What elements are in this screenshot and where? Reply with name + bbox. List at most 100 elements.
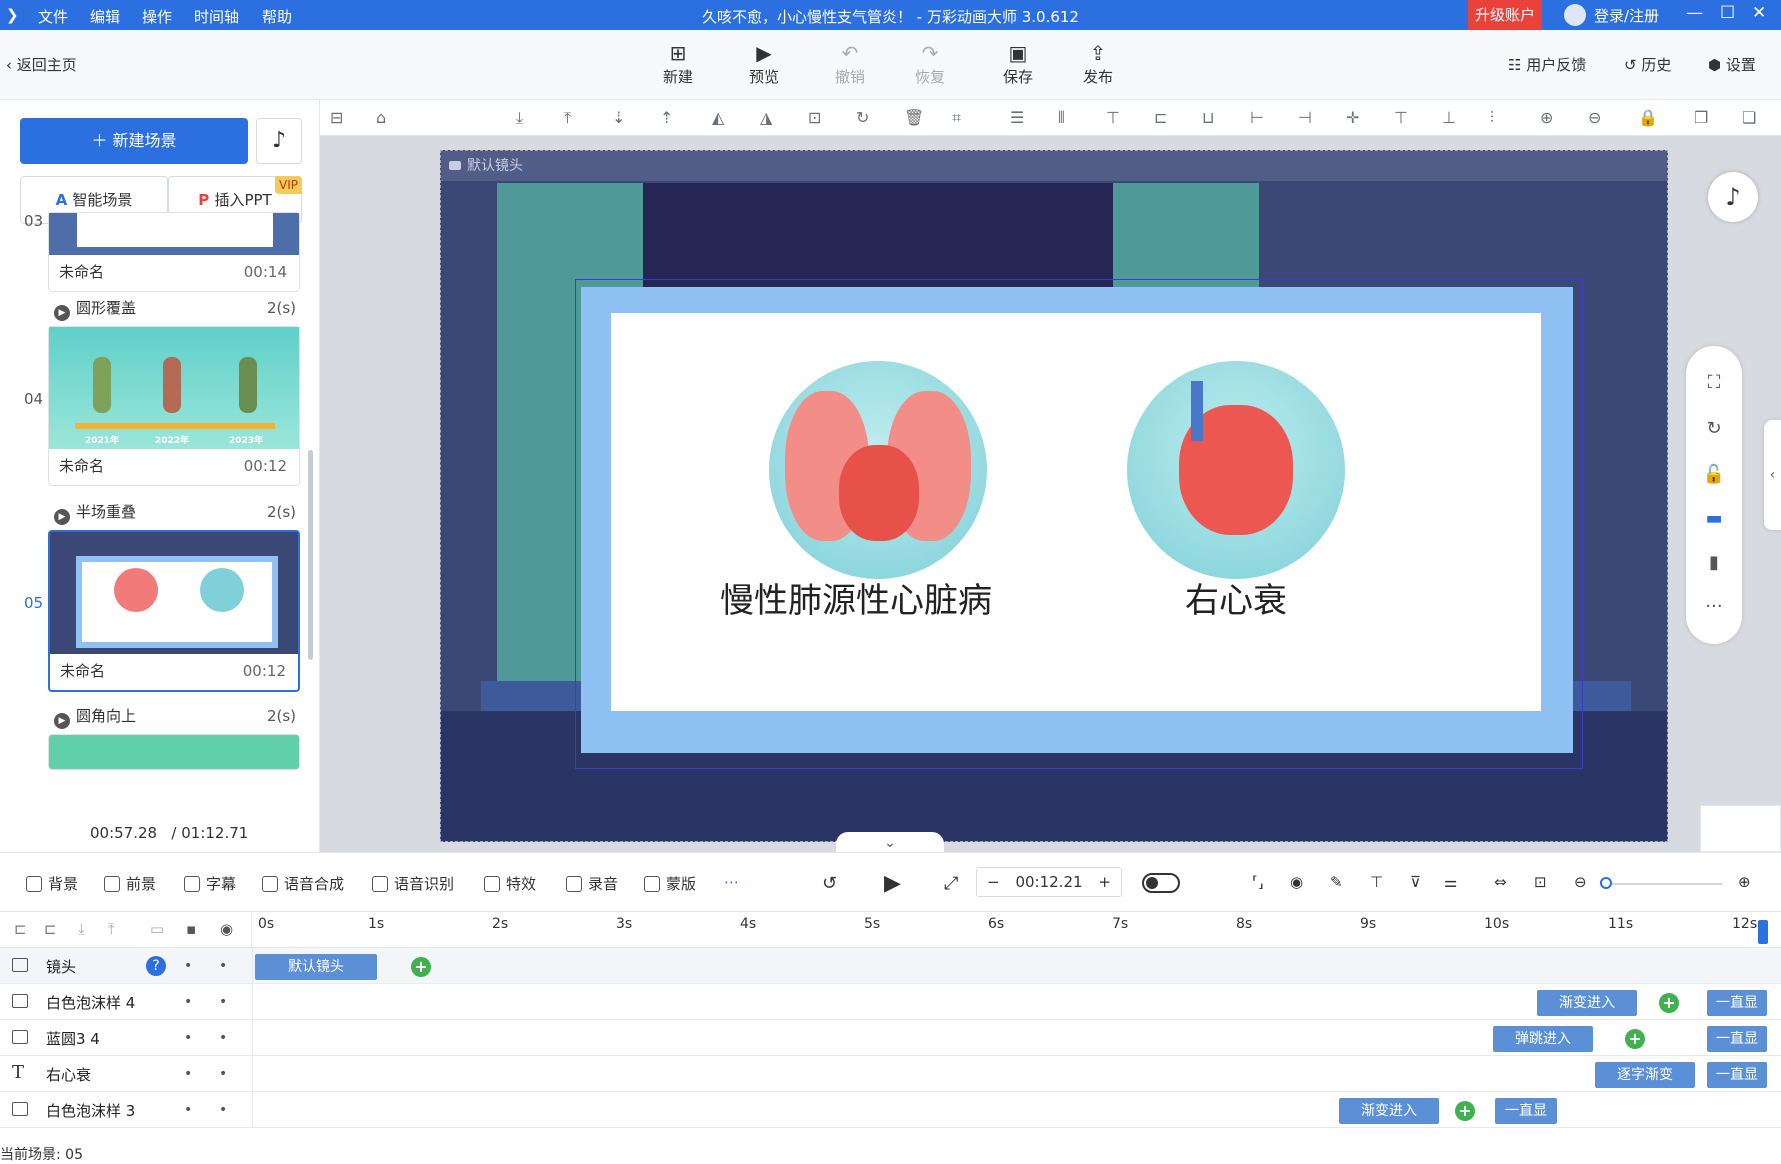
screen-icon[interactable]: ▬ (1686, 508, 1742, 529)
always-show-block[interactable]: 一直显 (1707, 1026, 1767, 1052)
move-up-icon[interactable]: ⇡ (660, 108, 673, 127)
time-plus[interactable]: + (1098, 868, 1111, 896)
flip-h-icon[interactable]: ◭ (712, 108, 724, 127)
ratio-icon[interactable]: ⊡ (1534, 873, 1547, 891)
chevron-down-icon[interactable]: ⌄ (836, 832, 944, 854)
tts-button[interactable]: 语音合成 (262, 873, 344, 894)
left-caption[interactable]: 慢性肺源性心脏病 (711, 573, 1001, 622)
preview-button[interactable]: ▶ 预览 (736, 42, 792, 87)
transition-item[interactable]: ▶ 圆角向上 2(s) (54, 704, 296, 729)
crop-icon[interactable]: ⌗ (952, 108, 961, 128)
distribute-h-icon[interactable]: ⊔ (1202, 108, 1214, 127)
edit-icon[interactable]: ✎ (1330, 873, 1343, 891)
effects-button[interactable]: 特效 (484, 873, 536, 894)
eye-icon[interactable]: ◉ (220, 920, 233, 938)
time-stepper[interactable]: −00:12.21 + (976, 867, 1122, 897)
help-icon[interactable]: ? (146, 956, 166, 976)
add-action-icon[interactable]: + (411, 957, 431, 977)
transition-item[interactable]: ▶ 半场重叠 2(s) (54, 500, 296, 525)
track-lane[interactable]: 渐变进入 + 一直显 (252, 984, 1781, 1020)
zoom-in-icon[interactable]: ⊕ (1540, 108, 1553, 127)
record-button[interactable]: 录音 (566, 873, 618, 894)
more-tools-icon[interactable]: ⋯ (724, 873, 739, 891)
play-button[interactable]: ▶ (884, 871, 901, 896)
zoom-out-icon[interactable]: ⊖ (1588, 108, 1601, 127)
rotate-icon[interactable]: ↻ (856, 108, 869, 127)
dot-icon[interactable]: • (219, 1066, 227, 1082)
save-button[interactable]: ▣ 保存 (990, 42, 1046, 87)
track-lane[interactable]: 弹跳进入 + 一直显 (252, 1020, 1781, 1056)
fade-in-block[interactable]: 渐变进入 (1339, 1098, 1439, 1124)
lock-icon[interactable]: 🔒 (1638, 108, 1658, 127)
lock-icon[interactable]: ▪ (186, 920, 196, 938)
publish-button[interactable]: ⇪ 发布 (1070, 42, 1126, 87)
toggle-switch[interactable] (1142, 873, 1180, 893)
fit-screen-icon[interactable]: ⛶ (1686, 372, 1742, 393)
add-folder-icon[interactable]: ⊏ (44, 920, 57, 938)
time-minus[interactable]: − (987, 868, 1000, 896)
bounce-in-block[interactable]: 弹跳进入 (1493, 1026, 1593, 1052)
camera-icon[interactable]: ◉ (1290, 873, 1303, 891)
upgrade-account-button[interactable]: 升级账户 (1468, 0, 1542, 30)
align-right-icon[interactable]: ⊣ (1298, 108, 1312, 127)
align-center-icon[interactable]: ☰ (1010, 108, 1024, 127)
center-icon[interactable]: ✛ (1346, 108, 1359, 127)
scene-list-scrollbar[interactable] (308, 450, 313, 660)
zoom-out-icon[interactable]: ⊖ (1574, 873, 1587, 891)
zoom-in-icon[interactable]: ⊕ (1738, 873, 1751, 891)
move-down-icon[interactable]: ⤓ (78, 920, 85, 938)
middle-align-icon[interactable]: ⫶ (1490, 108, 1494, 128)
collapse-panel-icon[interactable]: ‹ (1764, 420, 1781, 530)
dot-icon[interactable]: • (219, 1030, 227, 1046)
scene-card-06[interactable] (48, 734, 300, 770)
dot-icon[interactable]: • (184, 994, 192, 1010)
dot-icon[interactable]: • (219, 958, 227, 974)
time-ruler[interactable]: 0s 1s 2s 3s 4s 5s 6s 7s 8s 9s 10s 11s 12… (252, 912, 1781, 948)
add-action-icon[interactable]: + (1625, 1029, 1645, 1049)
subtitle-button[interactable]: 字幕 (184, 873, 236, 894)
move-down-icon[interactable]: ⇣ (612, 108, 625, 127)
track-lane[interactable]: 逐字渐变 一直显 (252, 1056, 1781, 1092)
top-align-icon[interactable]: ⊤ (1394, 108, 1408, 127)
feedback-button[interactable]: ☷ 用户反馈 (1508, 54, 1586, 75)
lung-circle[interactable] (769, 361, 987, 579)
dot-icon[interactable]: • (184, 958, 192, 974)
background-button[interactable]: 背景 (26, 873, 78, 894)
fade-in-block[interactable]: 渐变进入 (1537, 990, 1637, 1016)
zoom-slider-knob[interactable] (1600, 877, 1612, 889)
unlock-icon[interactable]: 🔓 (1686, 464, 1742, 485)
close-icon[interactable]: ✕ (1752, 3, 1766, 23)
slide-frame[interactable]: 慢性肺源性心脏病 右心衰 (581, 287, 1573, 753)
fit-width-icon[interactable]: ⇔ (1494, 873, 1507, 891)
current-time-value[interactable]: 00:12.21 (1015, 873, 1082, 891)
track-lane[interactable]: 渐变进入 + 一直显 (252, 1092, 1781, 1128)
track-row[interactable]: 白色泡沫样 3 • • 渐变进入 + 一直显 (0, 1092, 1781, 1128)
music-icon[interactable]: ♪ (256, 118, 302, 164)
more-icon[interactable]: ··· (1686, 596, 1742, 617)
minimize-icon[interactable]: — (1686, 3, 1703, 23)
add-action-icon[interactable]: + (1659, 993, 1679, 1013)
move-top-icon[interactable]: ⤒ (564, 108, 571, 128)
minimap[interactable] (1700, 805, 1781, 852)
adjust-icon[interactable]: ⚌ (1444, 873, 1457, 891)
default-lens-block[interactable]: 默认镜头 (255, 954, 377, 980)
settings-button[interactable]: ⬢ 设置 (1708, 54, 1756, 75)
new-button[interactable]: ⊞ 新建 (650, 42, 706, 87)
dot-icon[interactable]: • (184, 1066, 192, 1082)
mask-button[interactable]: 蒙版 (644, 873, 696, 894)
frame-icon[interactable]: ⸢⸥ (1252, 873, 1264, 891)
back-home-button[interactable]: ‹ 返回主页 (6, 54, 77, 75)
track-row[interactable]: T 右心衰 • • 逐字渐变 一直显 (0, 1056, 1781, 1092)
heart-circle[interactable] (1127, 361, 1345, 579)
folder-icon[interactable]: ⊏ (14, 920, 27, 938)
distribute-icon[interactable]: ⊏ (1154, 108, 1167, 127)
split-icon[interactable]: ⊤ (1370, 873, 1383, 891)
dot-icon[interactable]: • (184, 1102, 192, 1118)
lock-icon[interactable]: ⊡ (808, 108, 821, 127)
zoom-slider[interactable] (1606, 883, 1722, 885)
dot-icon[interactable]: • (184, 1030, 192, 1046)
move-up-icon[interactable]: ⤒ (108, 920, 115, 938)
right-caption[interactable]: 右心衰 (1121, 573, 1351, 622)
stage[interactable]: 默认镜头 慢性肺源性心脏病 右心衰 (440, 150, 1668, 842)
speech-recognition-button[interactable]: 语音识别 (372, 873, 454, 894)
